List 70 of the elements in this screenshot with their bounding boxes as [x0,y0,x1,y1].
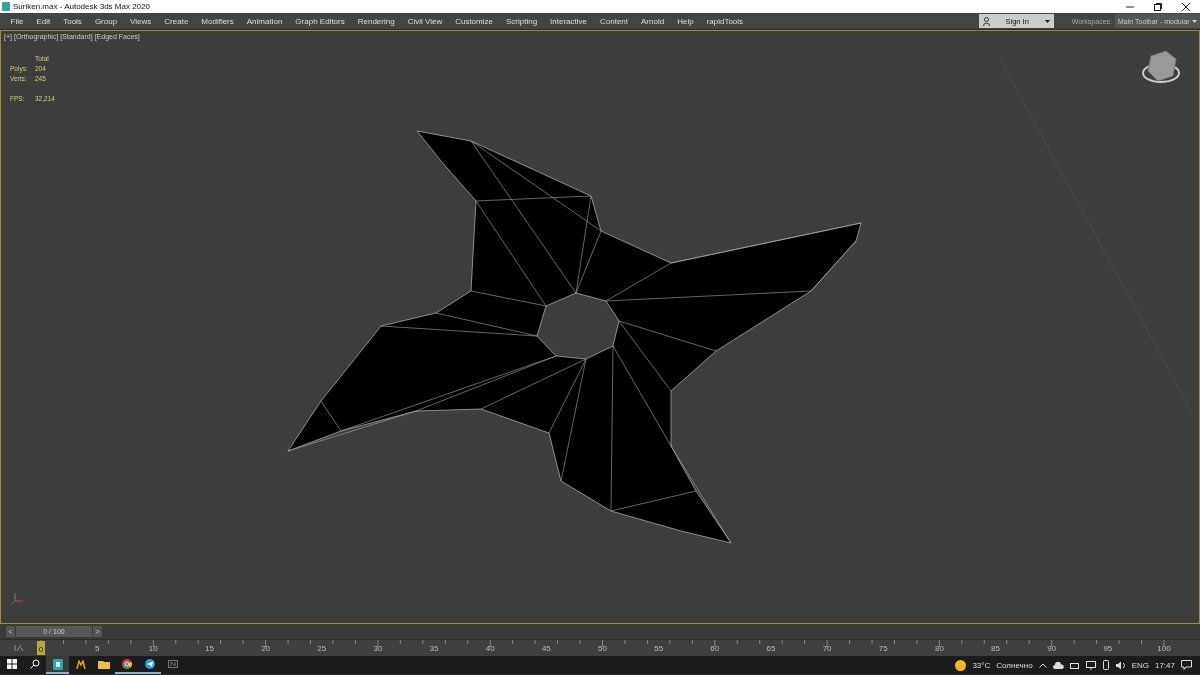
menu-item[interactable]: Tools [56,16,89,26]
device-icon[interactable] [1101,660,1110,670]
current-frame-marker[interactable]: 0 [37,641,45,655]
frame-number: 40 [485,644,495,654]
menu-item[interactable]: Content [593,16,635,26]
menu-item[interactable]: Create [157,16,195,26]
menu-item[interactable]: Scripting [499,16,544,26]
frame-number: 25 [317,644,327,654]
frame-number: 10 [148,644,158,654]
menu-item[interactable]: Interactive [543,16,594,26]
frame-number: 20 [261,644,271,654]
frame-number: 75 [878,644,888,654]
caret-icon [1044,19,1050,23]
frame-number: 5 [94,644,100,654]
frame-number: 85 [991,644,1000,654]
taskbar-button[interactable] [115,656,138,674]
menu-item[interactable]: Help [670,16,701,26]
clock[interactable]: 17:47 [1154,660,1175,670]
folder-icon [97,659,110,669]
temperature: 33°C [972,660,991,670]
menu-item[interactable]: Edit [29,16,57,26]
notification-icon[interactable] [1181,660,1192,670]
cloud-icon[interactable] [1052,661,1064,669]
menu-item[interactable]: Arnold [634,16,671,26]
axis-icon [10,592,24,606]
app-icon [75,659,86,669]
frame-number: 100 [1157,644,1171,654]
frame-number: 65 [766,644,776,654]
frame-number: 95 [1103,644,1113,654]
frame-number: 15 [205,644,214,654]
app-icon [167,660,178,668]
menu-item[interactable]: Rendering [351,16,402,26]
caret-icon [1192,19,1197,23]
language-indicator[interactable]: ENG [1131,660,1149,670]
view-cube-icon[interactable] [1142,50,1180,83]
menu-item[interactable]: Views [123,16,158,26]
frame-number: 70 [822,644,832,654]
send-icon [144,659,155,669]
windows-icon[interactable] [6,659,17,669]
browser-icon [121,659,132,669]
frame-number: 90 [1047,644,1057,654]
window-title: Suriken.max - Autodesk 3ds Max 2020 [13,2,151,11]
battery-icon[interactable] [1069,661,1080,669]
frame-number: 50 [598,644,607,654]
app-icon [52,658,63,670]
menu-item[interactable]: Customize [448,16,500,26]
frame-number: 30 [373,644,383,654]
weather-text: Солнечно [996,660,1033,670]
frame-number: 55 [654,644,664,654]
menu-item[interactable]: Group [88,16,124,26]
speaker-icon[interactable] [1115,660,1126,670]
frame-number: 80 [934,644,944,654]
menu-item[interactable]: rapidTools [700,16,750,26]
user-icon [982,16,990,26]
app-icon [2,2,10,11]
taskbar-button[interactable] [46,656,69,674]
search-icon[interactable] [29,659,40,669]
taskbar-button[interactable] [138,656,161,674]
menu-item[interactable]: Modifiers [194,16,241,26]
menu-item[interactable]: File [4,16,30,26]
key-filter-icon[interactable] [14,644,24,652]
menu-item[interactable]: Animation [240,16,289,26]
network-icon[interactable] [1085,660,1096,670]
chevron-up-icon[interactable] [1038,662,1047,668]
sun-icon [955,659,967,671]
menu-item[interactable]: Graph Editors [288,16,352,26]
frame-number: 35 [429,644,439,654]
frame-number: 60 [710,644,720,654]
menu-item[interactable]: Civil View [401,16,449,26]
frame-number: 45 [541,644,551,654]
